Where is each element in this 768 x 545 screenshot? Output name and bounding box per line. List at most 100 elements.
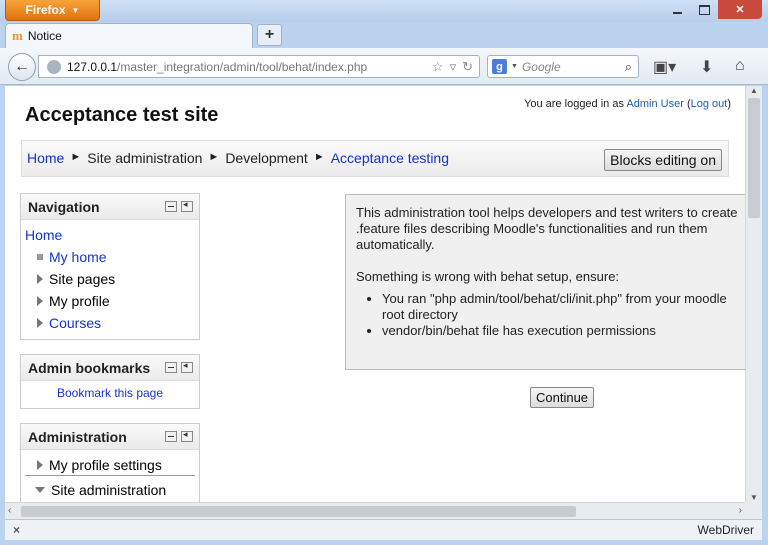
expand-arrow-icon[interactable] [37, 296, 43, 306]
blocks-editing-button[interactable]: Blocks editing on [604, 149, 722, 171]
nav-item-my-home[interactable]: My home [25, 246, 199, 268]
hide-block-icon[interactable] [165, 362, 177, 373]
login-paren-close: ) [727, 98, 731, 110]
administration-block: Administration My profile settings Site … [20, 423, 200, 502]
maximize-button[interactable] [691, 0, 718, 19]
admin-item-my-profile-settings[interactable]: My profile settings [25, 454, 195, 476]
scrollbar-corner [745, 502, 762, 519]
search-icon[interactable]: ⌕ [625, 59, 632, 75]
block-header: Admin bookmarks [21, 355, 199, 381]
vertical-scroll-thumb[interactable] [748, 98, 760, 218]
breadcrumb-acceptance-testing[interactable]: Acceptance testing [331, 150, 449, 166]
dock-block-icon[interactable] [181, 429, 193, 442]
scroll-up-icon[interactable]: ▲ [750, 86, 758, 95]
downloads-icon[interactable]: ⬇ [700, 57, 713, 77]
breadcrumb: Home ► Site administration ► Development… [27, 150, 449, 166]
notice-intro: This administration tool helps developer… [356, 205, 738, 252]
status-text: WebDriver [697, 523, 754, 537]
scroll-down-icon[interactable]: ▼ [750, 493, 758, 502]
page-title: Acceptance test site [25, 104, 219, 126]
reload-icon[interactable]: ↻ [462, 59, 473, 75]
close-icon[interactable]: × [13, 523, 20, 537]
breadcrumb-home[interactable]: Home [27, 150, 64, 166]
horizontal-scrollbar[interactable]: ‹ › [5, 502, 745, 519]
admin-my-profile-settings-label: My profile settings [49, 456, 162, 473]
block-title: Admin bookmarks [28, 360, 151, 376]
close-window-button[interactable]: ✕ [718, 0, 762, 19]
firefox-menu-button[interactable]: Firefox ▼ [5, 0, 100, 21]
moodle-favicon-icon: m [12, 28, 23, 43]
url-host: 127.0.0.1 [67, 59, 118, 74]
breadcrumb-site-admin: Site administration [87, 150, 203, 166]
search-placeholder: Google [521, 59, 561, 74]
google-engine-icon[interactable]: g [492, 59, 507, 74]
continue-button[interactable]: Continue [530, 387, 595, 408]
url-bar[interactable]: 127.0.0.1/master_integration/admin/tool/… [38, 55, 480, 78]
user-profile-link[interactable]: Admin User [626, 98, 683, 110]
home-icon[interactable]: ⌂ [735, 57, 745, 75]
breadcrumb-separator: ► [208, 151, 220, 163]
globe-icon [47, 59, 61, 74]
block-controls [165, 199, 193, 212]
minimize-button[interactable] [664, 0, 691, 19]
url-path: /master_integration/admin/tool/behat/ind… [117, 59, 368, 74]
block-controls [165, 429, 193, 442]
nav-item-site-pages[interactable]: Site pages [25, 268, 199, 290]
nav-item-my-profile[interactable]: My profile [25, 290, 199, 312]
login-prefix: You are logged in as [524, 98, 624, 110]
login-info: You are logged in as Admin User (Log out… [524, 98, 731, 110]
status-bar: × WebDriver [5, 519, 762, 540]
horizontal-scroll-thumb[interactable] [21, 506, 576, 517]
block-title: Navigation [28, 199, 100, 215]
bullet-icon [37, 254, 43, 260]
logout-link[interactable]: Log out [691, 98, 728, 110]
nav-item-courses[interactable]: Courses [25, 312, 199, 334]
vertical-scrollbar[interactable]: ▲ ▼ [745, 86, 762, 502]
dock-block-icon[interactable] [181, 199, 193, 212]
nav-my-profile-label: My profile [49, 293, 110, 309]
hide-block-icon[interactable] [165, 431, 177, 442]
navigation-tree: Home My home Site pages My profile Cours… [21, 220, 199, 340]
collapse-arrow-icon[interactable] [35, 487, 45, 493]
tab-strip: m Notice + [0, 22, 768, 48]
notice-check-item: vendor/bin/behat file has execution perm… [382, 323, 744, 339]
dock-block-icon[interactable] [181, 360, 193, 373]
notice-check-list: You ran "php admin/tool/behat/cli/init.p… [382, 291, 744, 339]
administration-tree: My profile settings Site administration [21, 450, 199, 502]
bookmark-star-icon[interactable]: ☆ [432, 59, 444, 75]
block-controls [165, 360, 193, 373]
scroll-left-icon[interactable]: ‹ [8, 505, 11, 516]
admin-item-site-administration[interactable]: Site administration [25, 479, 199, 501]
expand-arrow-icon[interactable] [37, 318, 43, 328]
bookmarks-menu-icon[interactable]: ▣▾ [653, 57, 676, 77]
admin-bookmarks-block: Admin bookmarks Bookmark this page [20, 354, 200, 409]
firefox-menu-label: Firefox [25, 3, 66, 17]
search-bar[interactable]: g ▼ Google ⌕ [487, 55, 639, 78]
scroll-right-icon[interactable]: › [739, 505, 742, 516]
breadcrumb-separator: ► [70, 151, 82, 163]
nav-home-link[interactable]: Home [25, 227, 62, 243]
tab-notice[interactable]: m Notice [5, 23, 253, 48]
block-header: Navigation [21, 194, 199, 220]
window-titlebar: Firefox ▼ ✕ [0, 0, 768, 22]
notice-problem: Something is wrong with behat setup, ens… [356, 269, 620, 284]
nav-courses-link[interactable]: Courses [49, 315, 101, 331]
breadcrumb-separator: ► [313, 151, 325, 163]
notice-check-item: You ran "php admin/tool/behat/cli/init.p… [382, 291, 744, 323]
back-arrow-icon: ← [14, 58, 30, 75]
breadcrumb-bar: Home ► Site administration ► Development… [21, 140, 729, 177]
expand-arrow-icon[interactable] [37, 274, 43, 284]
new-tab-button[interactable]: + [257, 24, 282, 46]
nav-item-home[interactable]: Home [25, 224, 199, 246]
url-actions: ☆ ▿ ↻ [432, 59, 473, 75]
expand-arrow-icon[interactable] [37, 459, 43, 470]
bookmark-area: Bookmark this page [21, 381, 199, 400]
hide-block-icon[interactable] [165, 201, 177, 212]
window-controls: ✕ [664, 0, 762, 19]
nav-my-home-link[interactable]: My home [49, 249, 107, 265]
back-button[interactable]: ← [8, 53, 36, 81]
dropdown-icon[interactable]: ▿ [450, 59, 457, 75]
chevron-down-icon[interactable]: ▼ [511, 63, 518, 70]
bookmark-this-page-link[interactable]: Bookmark this page [57, 386, 163, 400]
page-viewport: Acceptance test site You are logged in a… [5, 86, 745, 502]
